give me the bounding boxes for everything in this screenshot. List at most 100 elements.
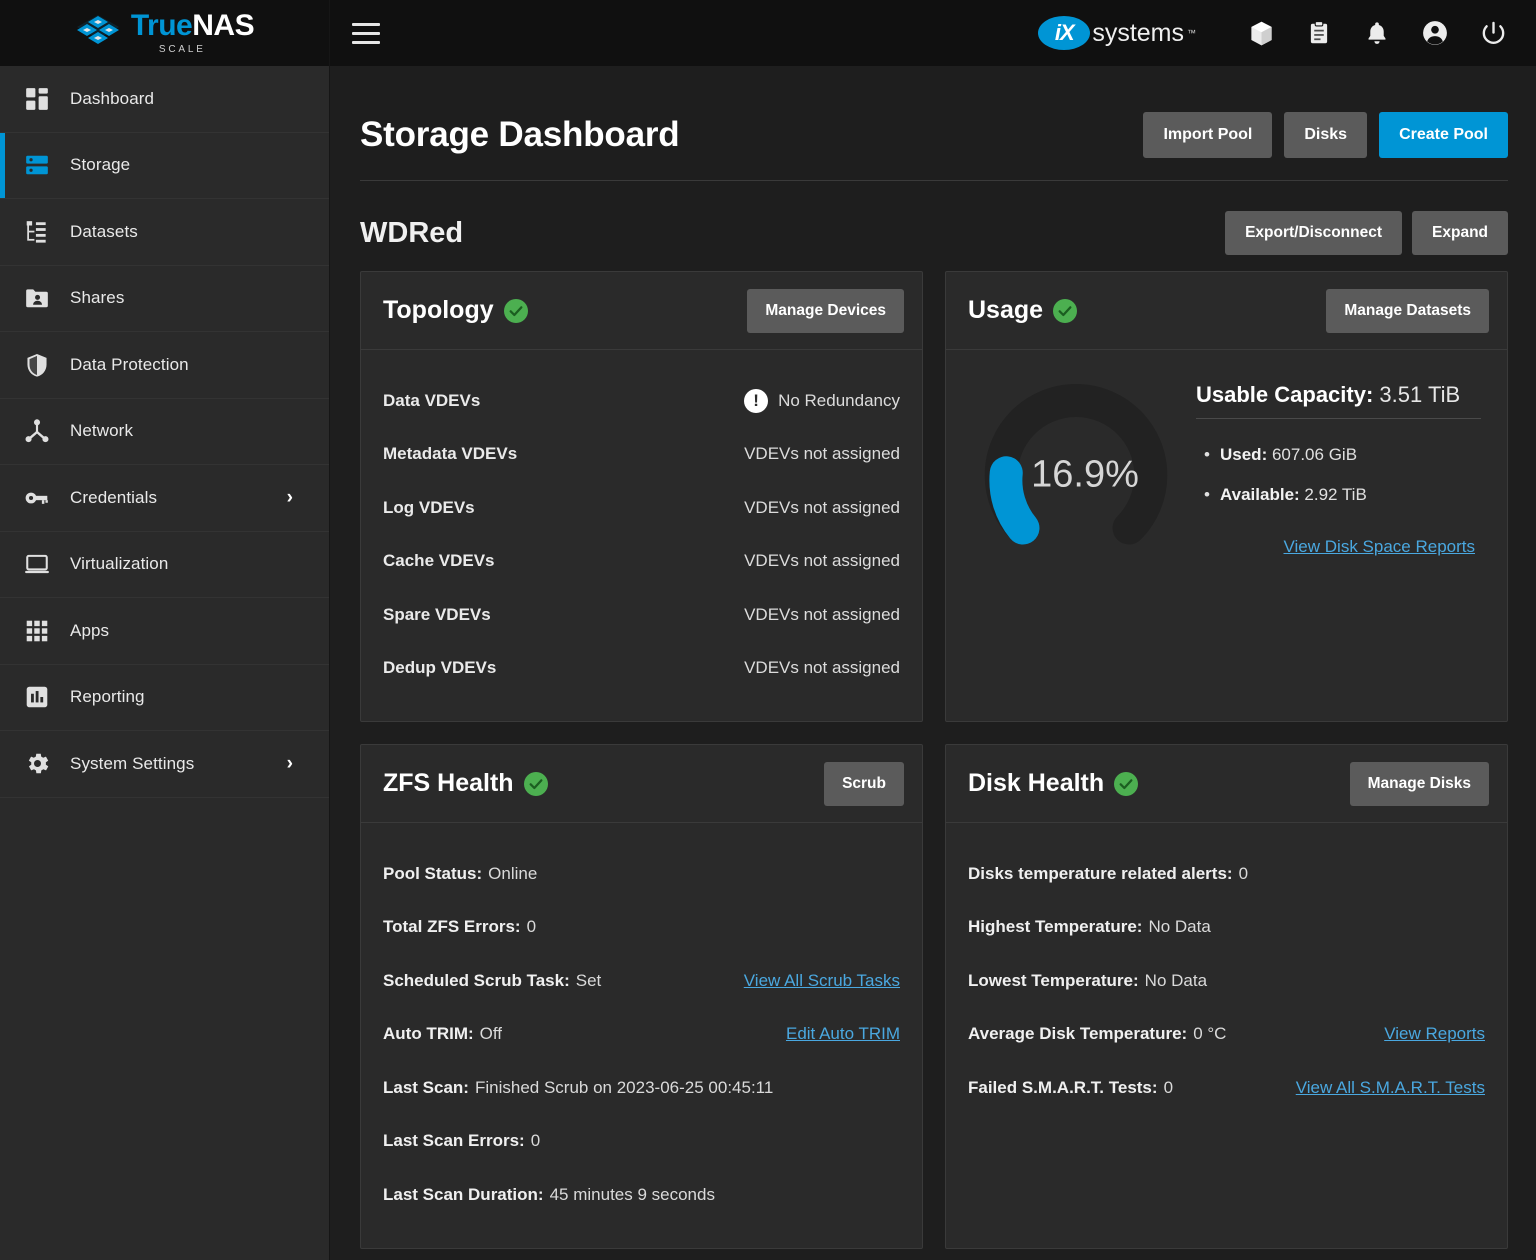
used-value: 607.06 GiB	[1271, 445, 1358, 464]
row-value: No Redundancy	[778, 390, 900, 410]
card-title-text: Topology	[383, 296, 494, 324]
sidebar-item-label: Data Protection	[70, 354, 189, 374]
row-label: Last Scan:	[383, 1077, 469, 1097]
row-value: No Data	[1144, 970, 1208, 990]
account-circle-icon[interactable]	[1420, 18, 1450, 48]
sidebar-item-dashboard[interactable]: Dashboard	[0, 66, 329, 133]
view-all-scrub-tasks-link[interactable]: View All Scrub Tasks	[744, 971, 900, 991]
sidebar-item-label: Virtualization	[70, 554, 169, 574]
row-label: Last Scan Duration:	[383, 1184, 544, 1204]
sidebar-item-virtualization[interactable]: Virtualization	[0, 532, 329, 598]
brand-title-nas: NAS	[192, 9, 255, 42]
ix-trademark: ™	[1187, 28, 1196, 38]
hamburger-menu-icon[interactable]	[352, 13, 392, 53]
row-value-group: ! No Redundancy	[744, 388, 900, 413]
bar-chart-icon	[24, 684, 60, 710]
check-circle-icon	[1053, 298, 1078, 323]
sidebar-item-credentials[interactable]: Credentials ›	[0, 465, 329, 532]
usable-capacity-label: Usable Capacity:	[1196, 382, 1374, 407]
card-title-text: ZFS Health	[383, 769, 514, 797]
sidebar: TrueNAS SCALE Dashboard Storage Datasets…	[0, 0, 330, 1260]
key-icon	[24, 485, 60, 511]
usable-capacity-value: 3.51 TiB	[1379, 382, 1461, 407]
zfs-health-row: Last Scan Errors: 0	[383, 1115, 900, 1169]
zfs-health-row: Scheduled Scrub Task: Set View All Scrub…	[383, 954, 900, 1008]
sidebar-item-system-settings[interactable]: System Settings ›	[0, 731, 329, 798]
row-value: VDEVs not assigned	[744, 551, 900, 571]
pool-header: WDRed Export/Disconnect Expand	[360, 181, 1508, 271]
usage-title-group: Usage	[968, 296, 1078, 325]
export-disconnect-button[interactable]: Export/Disconnect	[1225, 211, 1403, 255]
row-value: Off	[479, 1024, 503, 1044]
disks-button[interactable]: Disks	[1284, 112, 1368, 158]
top-bar: iX systems ™	[330, 0, 1536, 66]
dashboard-grid: Topology Manage Devices Data VDEVs ! No …	[360, 271, 1508, 1249]
sidebar-item-apps[interactable]: Apps	[0, 598, 329, 665]
usage-info: Usable Capacity: 3.51 TiB Used: 607.06 G…	[1196, 360, 1485, 557]
brand-title-true: True	[130, 9, 193, 42]
disk-health-row: Highest Temperature: No Data	[968, 901, 1485, 955]
topology-row: Cache VDEVs VDEVs not assigned	[383, 535, 900, 589]
zfs-health-row: Last Scan: Finished Scrub on 2023-06-25 …	[383, 1061, 900, 1115]
usage-card-header: Usage Manage Datasets	[946, 272, 1507, 350]
sidebar-nav: Dashboard Storage Datasets Shares Data P…	[0, 66, 329, 798]
shield-icon	[24, 352, 60, 378]
brand-header[interactable]: TrueNAS SCALE	[0, 0, 329, 66]
usage-breakdown-list: Used: 607.06 GiB Available: 2.92 TiB	[1196, 419, 1481, 515]
pool-name: WDRed	[360, 216, 464, 249]
cube-icon[interactable]	[1246, 18, 1276, 48]
check-circle-icon	[523, 771, 548, 796]
chevron-right-icon: ›	[286, 487, 293, 509]
power-icon[interactable]	[1478, 18, 1508, 48]
row-value: VDEVs not assigned	[744, 658, 900, 678]
sidebar-item-label: Storage	[70, 155, 131, 175]
sidebar-item-label: Shares	[70, 288, 125, 308]
shares-folder-user-icon	[24, 285, 60, 311]
sidebar-item-datasets[interactable]: Datasets	[0, 199, 329, 266]
check-circle-icon	[1114, 771, 1139, 796]
row-label: Failed S.M.A.R.T. Tests:	[968, 1077, 1158, 1097]
row-label: Disks temperature related alerts:	[968, 863, 1233, 883]
zfs-health-row: Total ZFS Errors: 0	[383, 901, 900, 955]
disk-health-row: Average Disk Temperature: 0 °C View Repo…	[968, 1008, 1485, 1062]
row-value: 0	[1163, 1077, 1174, 1097]
sidebar-item-network[interactable]: Network	[0, 399, 329, 465]
truenas-cube-logo-icon	[75, 13, 121, 53]
sidebar-item-data-protection[interactable]: Data Protection	[0, 332, 329, 399]
create-pool-button[interactable]: Create Pool	[1379, 112, 1508, 158]
sidebar-item-label: Reporting	[70, 687, 145, 707]
zfs-health-row: Last Scan Duration: 45 minutes 9 seconds	[383, 1168, 900, 1222]
dashboard-grid-icon	[24, 86, 60, 112]
sidebar-item-storage[interactable]: Storage	[0, 132, 329, 199]
manage-devices-button[interactable]: Manage Devices	[747, 288, 904, 333]
laptop-icon	[24, 551, 60, 577]
content-area: Storage Dashboard Import Pool Disks Crea…	[330, 66, 1536, 1260]
zfs-health-row: Pool Status: Online	[383, 847, 900, 901]
sidebar-item-label: Datasets	[70, 221, 138, 241]
row-label: Scheduled Scrub Task:	[383, 970, 570, 990]
row-value: 0	[526, 917, 537, 937]
view-all-smart-tests-link[interactable]: View All S.M.A.R.T. Tests	[1296, 1078, 1485, 1098]
view-reports-link[interactable]: View Reports	[1384, 1024, 1485, 1044]
sidebar-item-shares[interactable]: Shares	[0, 266, 329, 332]
edit-auto-trim-link[interactable]: Edit Auto TRIM	[786, 1024, 900, 1044]
topology-card-header: Topology Manage Devices	[361, 272, 922, 350]
ix-mark: iX	[1038, 16, 1091, 50]
import-pool-button[interactable]: Import Pool	[1143, 112, 1273, 158]
manage-datasets-button[interactable]: Manage Datasets	[1326, 288, 1489, 333]
bell-icon[interactable]	[1362, 18, 1392, 48]
row-value: 0	[530, 1131, 541, 1151]
main-area: iX systems ™ Storage Dashboard Import Po…	[330, 0, 1536, 1260]
manage-disks-button[interactable]: Manage Disks	[1349, 761, 1489, 806]
view-disk-space-reports-link[interactable]: View Disk Space Reports	[1284, 537, 1476, 556]
scrub-button[interactable]: Scrub	[824, 761, 904, 806]
sidebar-item-label: System Settings	[70, 753, 195, 773]
apps-grid-icon	[24, 618, 60, 644]
clipboard-icon[interactable]	[1304, 18, 1334, 48]
zfs-health-title-group: ZFS Health	[383, 769, 548, 798]
row-value: Online	[488, 863, 538, 883]
card-title-text: Disk Health	[968, 769, 1105, 797]
expand-button[interactable]: Expand	[1412, 211, 1508, 255]
sidebar-item-reporting[interactable]: Reporting	[0, 665, 329, 731]
row-label: Average Disk Temperature:	[968, 1024, 1188, 1044]
